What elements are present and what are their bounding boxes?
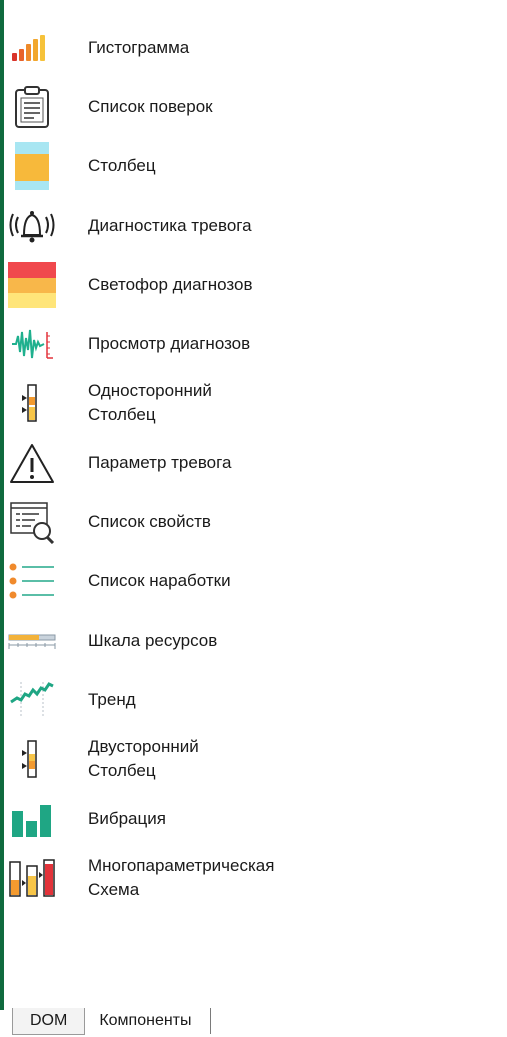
toolbox-item-label: Список свойств xyxy=(88,512,211,532)
toolbox-item-label: Просмотр диагнозов xyxy=(88,334,251,354)
toolbox-item-traffic-light[interactable]: Светофор диагнозов xyxy=(8,255,498,314)
bottom-tab-bar: DOM Компоненты xyxy=(12,1008,211,1037)
toolbox-item-two-sided-column[interactable]: Двусторонний Столбец xyxy=(8,730,498,789)
toolbox-item-label: Светофор диагнозов xyxy=(88,274,253,294)
vibration-icon xyxy=(8,795,56,843)
toolbox-item-label: Вибрация xyxy=(88,808,166,828)
toolbox-item-parameter-alarm[interactable]: Параметр тревога xyxy=(8,433,498,492)
traffic-light-icon xyxy=(8,261,56,309)
toolbox-item-label: Столбец xyxy=(88,156,156,176)
property-list-icon xyxy=(8,498,56,546)
two-sided-column-icon xyxy=(8,735,56,783)
tab-components[interactable]: Компоненты xyxy=(85,1008,205,1034)
toolbox-item-label: Параметр тревога xyxy=(88,452,232,472)
toolbox-list: Гистограмма Список поверок Столбец Диагн… xyxy=(8,18,498,907)
column-icon xyxy=(8,142,56,191)
tab-dom[interactable]: DOM xyxy=(12,1008,86,1035)
trend-icon xyxy=(8,676,56,724)
resource-scale-icon xyxy=(8,617,56,665)
one-sided-column-icon xyxy=(8,379,56,427)
toolbox-item-label: Шкала ресурсов xyxy=(88,630,218,650)
toolbox-item-operating-list[interactable]: Список наработки xyxy=(8,552,498,611)
toolbox-item-vibration[interactable]: Вибрация xyxy=(8,789,498,848)
toolbox-item-property-list[interactable]: Список свойств xyxy=(8,492,498,551)
toolbox-item-one-sided-column[interactable]: Односторонний Столбец xyxy=(8,374,498,433)
toolbox-item-label: Гистограмма xyxy=(88,37,190,57)
toolbox-item-label: Двусторонний Столбец xyxy=(88,737,199,781)
waveform-icon xyxy=(8,320,56,368)
toolbox-item-label: Список поверок xyxy=(88,96,213,116)
histogram-icon xyxy=(8,24,56,72)
toolbox-item-diagnosis-view[interactable]: Просмотр диагнозов xyxy=(8,314,498,373)
tab-separator xyxy=(209,1008,211,1034)
toolbox-item-label: Односторонний Столбец xyxy=(88,381,212,425)
toolbox-item-label: Многопараметрическая Схема xyxy=(88,855,275,899)
multi-parameter-scheme-icon xyxy=(8,854,56,902)
toolbox-item-column[interactable]: Столбец xyxy=(8,137,498,196)
toolbox-item-label: Тренд xyxy=(88,689,136,709)
panel-left-border xyxy=(0,0,4,1010)
warning-triangle-icon xyxy=(8,439,56,487)
toolbox-item-trend[interactable]: Тренд xyxy=(8,670,498,729)
operating-list-icon xyxy=(8,557,56,605)
toolbox-item-label: Диагностика тревога xyxy=(88,215,252,235)
toolbox-item-checklist[interactable]: Список поверок xyxy=(8,77,498,136)
alarm-bell-icon xyxy=(8,202,56,250)
checklist-clipboard-icon xyxy=(8,83,56,131)
toolbox-item-multi-parameter-scheme[interactable]: Многопараметрическая Схема xyxy=(8,848,498,907)
toolbox-item-label: Список наработки xyxy=(88,571,231,591)
toolbox-item-alarm[interactable]: Диагностика тревога xyxy=(8,196,498,255)
toolbox-item-resource-scale[interactable]: Шкала ресурсов xyxy=(8,611,498,670)
toolbox-item-histogram[interactable]: Гистограмма xyxy=(8,18,498,77)
